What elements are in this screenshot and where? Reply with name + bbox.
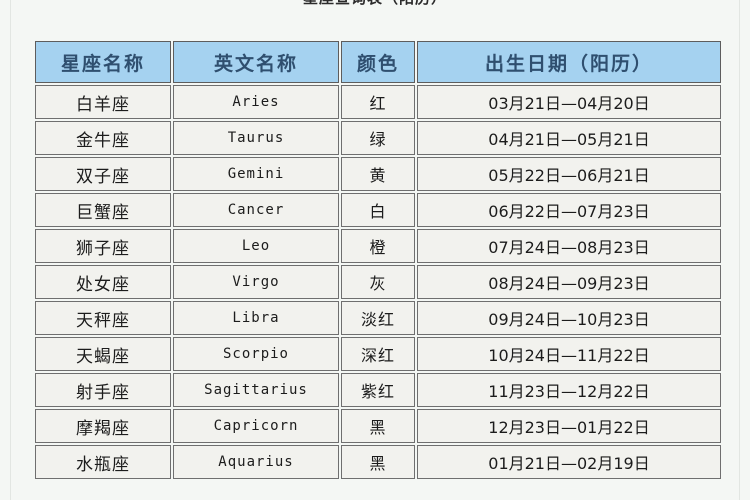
cell-color: 淡红 — [341, 301, 415, 335]
table-row: 水瓶座 Aquarius 黑 01月21日—02月19日 — [35, 445, 721, 479]
table-row: 巨蟹座 Cancer 白 06月22日—07月23日 — [35, 193, 721, 227]
cell-birth-date: 08月24日—09月23日 — [417, 265, 721, 299]
cell-birth-date: 10月24日—11月22日 — [417, 337, 721, 371]
cell-birth-date: 06月22日—07月23日 — [417, 193, 721, 227]
table-row: 天蝎座 Scorpio 深红 10月24日—11月22日 — [35, 337, 721, 371]
cell-color: 黑 — [341, 445, 415, 479]
cell-zodiac-name: 金牛座 — [35, 121, 171, 155]
cell-color: 红 — [341, 85, 415, 119]
column-header-english-name: 英文名称 — [173, 41, 339, 83]
cell-zodiac-name: 摩羯座 — [35, 409, 171, 443]
table-row: 射手座 Sagittarius 紫红 11月23日—12月22日 — [35, 373, 721, 407]
cell-birth-date: 07月24日—08月23日 — [417, 229, 721, 263]
table-row: 处女座 Virgo 灰 08月24日—09月23日 — [35, 265, 721, 299]
table-row: 双子座 Gemini 黄 05月22日—06月21日 — [35, 157, 721, 191]
table-header-row: 星座名称 英文名称 颜色 出生日期（阳历） — [35, 41, 721, 83]
cell-english-name: Taurus — [173, 121, 339, 155]
column-header-zodiac-name: 星座名称 — [35, 41, 171, 83]
page-right-rule — [739, 0, 740, 500]
cell-color: 白 — [341, 193, 415, 227]
cell-english-name: Aquarius — [173, 445, 339, 479]
cell-birth-date: 01月21日—02月19日 — [417, 445, 721, 479]
cell-zodiac-name: 白羊座 — [35, 85, 171, 119]
cell-zodiac-name: 射手座 — [35, 373, 171, 407]
cell-color: 紫红 — [341, 373, 415, 407]
page-left-rule — [10, 0, 11, 500]
cell-birth-date: 05月22日—06月21日 — [417, 157, 721, 191]
table-row: 天秤座 Libra 淡红 09月24日—10月23日 — [35, 301, 721, 335]
cell-birth-date: 04月21日—05月21日 — [417, 121, 721, 155]
cell-birth-date: 11月23日—12月22日 — [417, 373, 721, 407]
cell-birth-date: 03月21日—04月20日 — [417, 85, 721, 119]
cell-zodiac-name: 水瓶座 — [35, 445, 171, 479]
table-body: 白羊座 Aries 红 03月21日—04月20日 金牛座 Taurus 绿 04月21日—0… — [35, 85, 721, 479]
cell-color: 橙 — [341, 229, 415, 263]
zodiac-table: 星座名称 英文名称 颜色 出生日期（阳历） 白羊座 Aries 红 03月21日—04… — [33, 39, 723, 481]
cell-english-name: Gemini — [173, 157, 339, 191]
cell-english-name: Virgo — [173, 265, 339, 299]
cell-english-name: Cancer — [173, 193, 339, 227]
cell-color: 灰 — [341, 265, 415, 299]
cell-english-name: Libra — [173, 301, 339, 335]
cell-color: 黑 — [341, 409, 415, 443]
cell-english-name: Capricorn — [173, 409, 339, 443]
page-container: 星座查询表（阳历） 星座名称 英文名称 颜色 出生日期（阳历） 白羊座Aries… — [0, 0, 750, 500]
cell-birth-date: 12月23日—01月22日 — [417, 409, 721, 443]
cell-color: 深红 — [341, 337, 415, 371]
table-row: 狮子座 Leo 橙 07月24日—08月23日 — [35, 229, 721, 263]
cell-english-name: Sagittarius — [173, 373, 339, 407]
page-title: 星座查询表（阳历） — [0, 0, 750, 7]
cell-color: 黄 — [341, 157, 415, 191]
cell-zodiac-name: 天秤座 — [35, 301, 171, 335]
cell-english-name: Leo — [173, 229, 339, 263]
table-row: 金牛座 Taurus 绿 04月21日—05月21日 — [35, 121, 721, 155]
table-header: 星座名称 英文名称 颜色 出生日期（阳历） — [35, 41, 721, 83]
cell-zodiac-name: 天蝎座 — [35, 337, 171, 371]
table-row: 摩羯座 Capricorn 黑 12月23日—01月22日 — [35, 409, 721, 443]
cell-color: 绿 — [341, 121, 415, 155]
cell-zodiac-name: 狮子座 — [35, 229, 171, 263]
cell-zodiac-name: 双子座 — [35, 157, 171, 191]
column-header-color: 颜色 — [341, 41, 415, 83]
cell-english-name: Aries — [173, 85, 339, 119]
cell-english-name: Scorpio — [173, 337, 339, 371]
cell-zodiac-name: 巨蟹座 — [35, 193, 171, 227]
cell-birth-date: 09月24日—10月23日 — [417, 301, 721, 335]
table-row: 白羊座 Aries 红 03月21日—04月20日 — [35, 85, 721, 119]
cell-zodiac-name: 处女座 — [35, 265, 171, 299]
column-header-birth-date: 出生日期（阳历） — [417, 41, 721, 83]
